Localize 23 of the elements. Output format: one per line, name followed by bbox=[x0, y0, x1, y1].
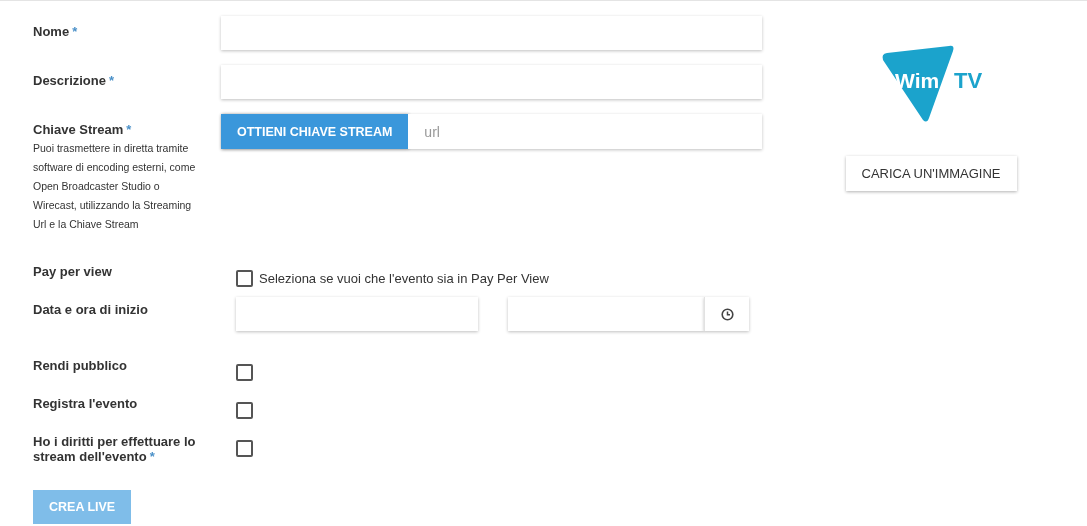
text-field[interactable] bbox=[221, 65, 762, 99]
checkbox-label: Seleziona se vuoi che l'evento sia in Pay Per View bbox=[259, 271, 549, 286]
time-field[interactable] bbox=[508, 297, 704, 331]
checkbox[interactable] bbox=[236, 364, 253, 381]
field-label: Pay per view bbox=[33, 263, 112, 279]
get-key-button[interactable]: OTTIENI CHIAVE STREAM bbox=[221, 114, 409, 149]
field-label: Nome * bbox=[33, 23, 78, 39]
date-field[interactable] bbox=[236, 297, 478, 331]
url-field[interactable]: url bbox=[408, 114, 762, 149]
checkbox[interactable] bbox=[236, 270, 253, 287]
checkbox[interactable] bbox=[236, 402, 253, 419]
clock-button[interactable] bbox=[704, 297, 749, 331]
field-label: Data e ora di inizio bbox=[33, 301, 148, 317]
checkbox[interactable] bbox=[236, 440, 253, 457]
help-text: Puoi trasmettere in diretta tramite software di encoding esterni, come Open Broadcaster Studio o Wirecast, utilizzando la Streaming Url e la Chiave Stream bbox=[33, 141, 197, 232]
field-label: Chiave Stream * bbox=[33, 121, 132, 137]
field-label: Rendi pubblico bbox=[33, 357, 127, 373]
clock-icon bbox=[720, 307, 734, 321]
field-label: Registra l'evento bbox=[33, 395, 138, 411]
text-field[interactable] bbox=[221, 16, 762, 50]
field-label: Ho i diritti per effettuare lo stream dell'evento * bbox=[33, 433, 197, 464]
upload-image-button[interactable]: CARICA UN'IMMAGINE bbox=[845, 156, 1017, 191]
field-label: Descrizione * bbox=[33, 72, 115, 88]
